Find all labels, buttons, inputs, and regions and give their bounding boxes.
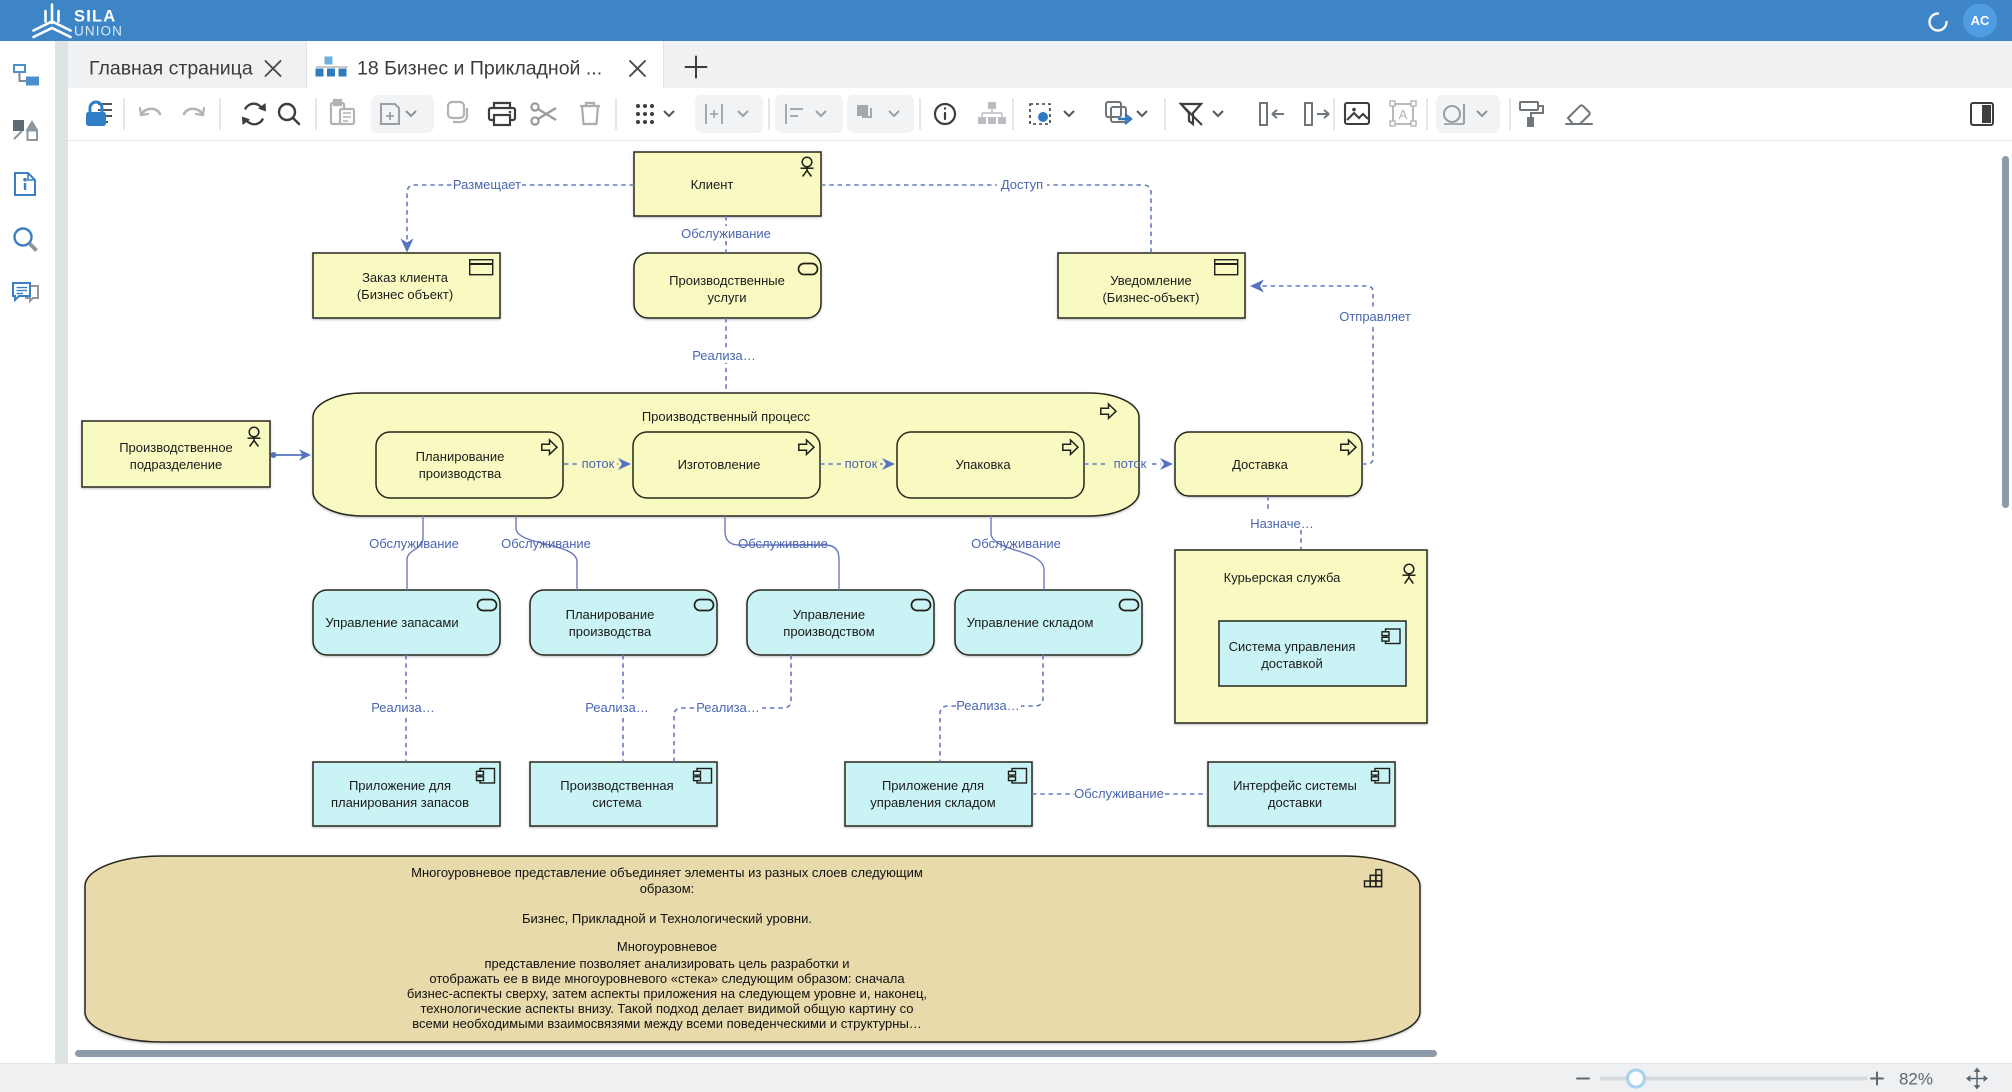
svg-text:Интерфейс системы: Интерфейс системы xyxy=(1233,778,1357,793)
svg-text:образом:: образом: xyxy=(640,881,695,896)
svg-text:Обслуживание: Обслуживание xyxy=(971,536,1061,551)
svg-text:A: A xyxy=(1399,107,1408,122)
svg-text:18 Бизнес и Прикладной ...: 18 Бизнес и Прикладной ... xyxy=(357,58,602,80)
svg-text:доставкой: доставкой xyxy=(1261,656,1323,671)
svg-text:Реализа…: Реализа… xyxy=(692,348,756,363)
svg-text:(Бизнес объект): (Бизнес объект) xyxy=(357,287,453,302)
svg-text:Заказ клиента: Заказ клиента xyxy=(362,270,449,285)
svg-text:Уведомление: Уведомление xyxy=(1110,273,1191,288)
svg-text:Реализа…: Реализа… xyxy=(956,698,1020,713)
svg-text:Производственные: Производственные xyxy=(669,273,785,288)
svg-text:планирования запасов: планирования запасов xyxy=(331,795,469,810)
svg-text:Реализа…: Реализа… xyxy=(585,700,649,715)
svg-text:управления складом: управления складом xyxy=(870,795,995,810)
svg-text:система: система xyxy=(592,795,642,810)
svg-text:Реализа…: Реализа… xyxy=(696,700,760,715)
svg-text:производством: производством xyxy=(783,624,874,639)
svg-text:Управление запасами: Управление запасами xyxy=(325,615,458,630)
svg-text:Доставка: Доставка xyxy=(1232,457,1289,472)
svg-text:представление позволяет анализ: представление позволяет анализировать це… xyxy=(484,956,849,971)
svg-text:Производственное: Производственное xyxy=(119,440,233,455)
svg-text:поток: поток xyxy=(1114,456,1147,471)
svg-text:Приложение для: Приложение для xyxy=(349,778,451,793)
svg-text:Реализа…: Реализа… xyxy=(371,700,435,715)
svg-text:отображать ее в виде многоуров: отображать ее в виде многоуровневого «ст… xyxy=(429,971,905,986)
svg-text:Курьерская служба: Курьерская служба xyxy=(1224,570,1341,585)
svg-text:Бизнес, Прикладной и Технологи: Бизнес, Прикладной и Технологический уро… xyxy=(522,911,812,926)
svg-text:Назначе…: Назначе… xyxy=(1250,516,1314,531)
svg-text:услуги: услуги xyxy=(708,290,747,305)
svg-text:(Бизнес-объект): (Бизнес-объект) xyxy=(1102,290,1199,305)
svg-text:доставки: доставки xyxy=(1268,795,1322,810)
svg-text:Планирование: Планирование xyxy=(566,607,655,622)
svg-text:Система управления: Система управления xyxy=(1229,639,1356,654)
svg-text:технологические аспекты внизу.: технологические аспекты внизу. Такой под… xyxy=(420,1001,913,1016)
svg-text:Изготовление: Изготовление xyxy=(678,457,761,472)
svg-text:Управление складом: Управление складом xyxy=(967,615,1094,630)
svg-text:Главная страница: Главная страница xyxy=(89,58,253,80)
svg-text:AC: AC xyxy=(1971,13,1990,28)
svg-text:Отправляет: Отправляет xyxy=(1339,309,1411,324)
svg-text:Клиент: Клиент xyxy=(691,177,734,192)
svg-text:подразделение: подразделение xyxy=(130,457,222,472)
svg-text:производства: производства xyxy=(569,624,652,639)
svg-text:Управление: Управление xyxy=(793,607,865,622)
svg-text:Обслуживание: Обслуживание xyxy=(1074,786,1164,801)
svg-text:поток: поток xyxy=(582,456,615,471)
svg-text:UNION: UNION xyxy=(74,24,123,39)
svg-text:бизнес-аспекты сверху, затем а: бизнес-аспекты сверху, затем аспекты при… xyxy=(407,986,927,1001)
svg-text:Многоуровневое: Многоуровневое xyxy=(617,939,717,954)
svg-text:всеми необходимыми взаимосвязя: всеми необходимыми взаимосвязями между в… xyxy=(412,1016,922,1031)
svg-text:Обслуживание: Обслуживание xyxy=(738,536,828,551)
svg-text:Многоуровневое представление о: Многоуровневое представление объединяет … xyxy=(411,865,923,880)
svg-text:Обслуживание: Обслуживание xyxy=(501,536,591,551)
svg-text:82%: 82% xyxy=(1899,1070,1933,1089)
svg-text:Размещает: Размещает xyxy=(453,177,521,192)
svg-text:Производственный процесс: Производственный процесс xyxy=(642,409,811,424)
svg-text:Планирование: Планирование xyxy=(416,449,505,464)
svg-text:производства: производства xyxy=(419,466,502,481)
svg-text:поток: поток xyxy=(845,456,878,471)
svg-text:Приложение для: Приложение для xyxy=(882,778,984,793)
svg-text:Обслуживание: Обслуживание xyxy=(681,226,771,241)
svg-text:Доступ: Доступ xyxy=(1001,177,1043,192)
svg-text:Упаковка: Упаковка xyxy=(955,457,1011,472)
svg-text:Обслуживание: Обслуживание xyxy=(369,536,459,551)
svg-text:Производственная: Производственная xyxy=(560,778,673,793)
